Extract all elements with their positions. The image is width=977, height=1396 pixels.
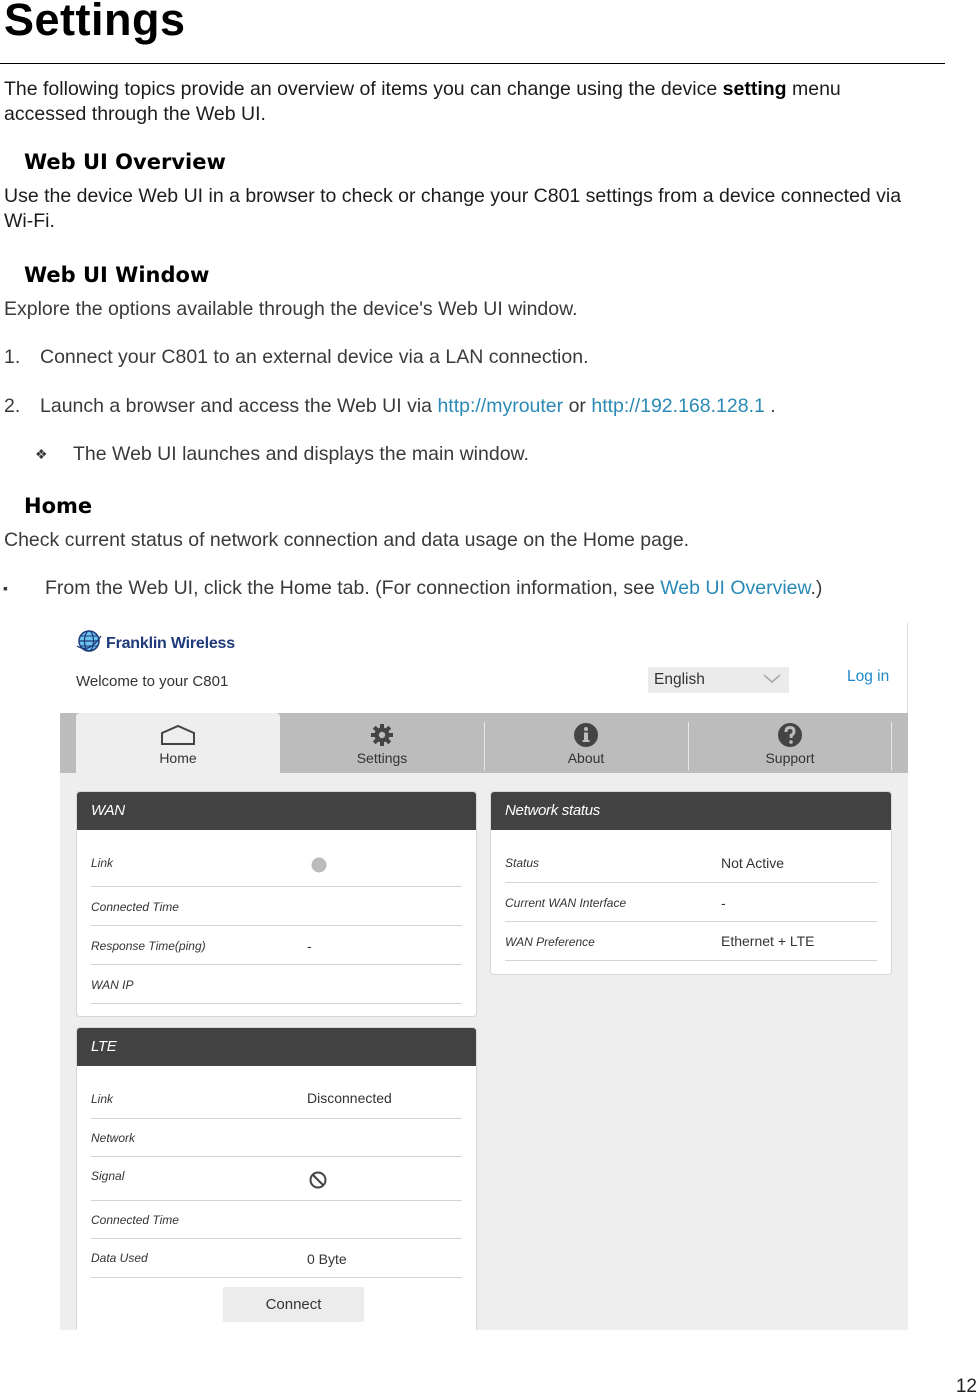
- help-icon: [777, 722, 803, 748]
- diamond-bullet-icon: ❖: [35, 446, 48, 462]
- tab-home-label: Home: [159, 750, 197, 766]
- lte-row-link: Link Disconnected: [91, 1066, 462, 1119]
- row-label: WAN Preference: [505, 935, 595, 949]
- row-label: Status: [505, 856, 540, 870]
- wan-panel: WAN Link Connected Time Response Time(pi…: [76, 791, 477, 1017]
- overview-line2: Wi-Fi.: [4, 210, 55, 232]
- row-value: -: [721, 895, 726, 911]
- row-label: Response Time(ping): [91, 939, 206, 953]
- row-value: Not Active: [721, 855, 785, 871]
- network-status-panel: Network status Status Not Active Current…: [490, 791, 892, 975]
- overview-paragraph: Use the device Web UI in a browser to ch…: [4, 184, 974, 234]
- link-status-dot-icon: [311, 857, 327, 876]
- brand-logo: Franklin Wireless: [76, 628, 235, 659]
- heading-home: Home: [24, 494, 93, 518]
- step-2-pre: Launch a browser and access the Web UI v…: [40, 395, 438, 417]
- wan-row-connected-time: Connected Time: [91, 887, 462, 926]
- row-label: WAN IP: [91, 978, 134, 992]
- row-label: Connected Time: [91, 1213, 179, 1227]
- intro-text-end: menu: [786, 78, 841, 100]
- home-paragraph: Check current status of network connecti…: [4, 529, 690, 551]
- home-step-pre: From the Web UI, click the Home tab. (Fo…: [45, 577, 661, 599]
- wan-row-link: Link: [91, 830, 462, 887]
- connect-button[interactable]: Connect: [223, 1287, 364, 1322]
- row-value: -: [307, 938, 312, 954]
- row-label: Link: [91, 1092, 114, 1106]
- tab-about[interactable]: About: [484, 713, 688, 773]
- network-row-wan-preference: WAN Preference Ethernet + LTE: [505, 922, 877, 961]
- myrouter-link[interactable]: http://myrouter: [437, 395, 563, 417]
- brand-name: Franklin Wireless: [106, 634, 235, 652]
- intro-bold: setting: [722, 78, 787, 100]
- tab-about-label: About: [567, 750, 605, 766]
- row-value: Ethernet + LTE: [721, 933, 815, 949]
- chevron-down-icon: [763, 671, 781, 689]
- ip-address-link[interactable]: http://192.168.128.1: [591, 395, 764, 417]
- language-selected: English: [654, 671, 705, 688]
- title-divider: [0, 63, 945, 64]
- row-label: Signal: [91, 1169, 125, 1183]
- step-1-text: Connect your C801 to an external device …: [40, 346, 589, 368]
- home-step: From the Web UI, click the Home tab. (Fo…: [45, 576, 822, 601]
- lte-row-network: Network: [91, 1119, 462, 1157]
- overview-line1: Use the device Web UI in a browser to ch…: [4, 185, 902, 207]
- intro-paragraph: The following topics provide an overview…: [4, 77, 964, 127]
- tab-support-label: Support: [765, 750, 815, 766]
- home-step-post: .): [810, 577, 823, 599]
- tab-settings-label: Settings: [356, 750, 408, 766]
- globe-logo-icon: [76, 628, 102, 659]
- language-select[interactable]: English: [648, 667, 789, 693]
- square-bullet-icon: ▪: [3, 580, 8, 596]
- no-signal-icon: [309, 1171, 327, 1192]
- main-nav: Home Settings About Support: [60, 713, 908, 773]
- row-label: Current WAN Interface: [505, 896, 627, 910]
- step-2-number: 2.: [4, 395, 21, 417]
- network-row-status: Status Not Active: [505, 830, 877, 883]
- lte-row-connected-time: Connected Time: [91, 1201, 462, 1239]
- row-label: Network: [91, 1131, 136, 1145]
- row-label: Link: [91, 856, 114, 870]
- home-icon: [160, 722, 196, 748]
- page-title: Settings: [4, 0, 186, 45]
- row-label: Connected Time: [91, 900, 179, 914]
- tab-settings[interactable]: Settings: [280, 713, 484, 773]
- page-number: 12: [955, 1376, 977, 1396]
- intro-text: The following topics provide an overview…: [4, 78, 723, 100]
- row-label: Data Used: [91, 1251, 148, 1265]
- wan-panel-title: WAN: [77, 792, 476, 830]
- tab-support[interactable]: Support: [688, 713, 892, 773]
- step-1-number: 1.: [4, 346, 21, 368]
- info-icon: [573, 722, 599, 748]
- step-2-post: .: [764, 395, 776, 417]
- step-2-mid: or: [563, 395, 592, 417]
- nav-divider: [891, 722, 892, 770]
- network-status-title: Network status: [491, 792, 891, 830]
- lte-panel-title: LTE: [77, 1028, 476, 1066]
- lte-row-signal: Signal: [91, 1157, 462, 1201]
- intro-line2: accessed through the Web UI.: [4, 103, 266, 125]
- web-ui-header: Franklin Wireless Welcome to your C801 E…: [60, 623, 908, 713]
- step-2-text: Launch a browser and access the Web UI v…: [40, 394, 776, 419]
- lte-row-data-used: Data Used 0 Byte: [91, 1239, 462, 1278]
- heading-web-ui-overview: Web UI Overview: [24, 150, 226, 174]
- step-2-result: The Web UI launches and displays the mai…: [73, 443, 529, 465]
- row-value: Disconnected: [307, 1090, 392, 1106]
- welcome-text: Welcome to your C801: [76, 673, 229, 690]
- wan-row-wan-ip: WAN IP: [91, 965, 462, 1004]
- lte-panel: LTE Link Disconnected Network Signal Con…: [76, 1027, 477, 1330]
- heading-web-ui-window: Web UI Window: [24, 263, 210, 287]
- window-paragraph: Explore the options available through th…: [4, 298, 578, 320]
- network-row-current-wan: Current WAN Interface -: [505, 883, 877, 922]
- wan-row-response-time: Response Time(ping) -: [91, 926, 462, 965]
- login-link[interactable]: Log in: [847, 668, 889, 686]
- gear-icon: [370, 722, 394, 748]
- web-ui-screenshot: Franklin Wireless Welcome to your C801 E…: [60, 623, 908, 1330]
- tab-home[interactable]: Home: [76, 713, 280, 773]
- web-ui-overview-link[interactable]: Web UI Overview: [660, 577, 810, 599]
- row-value: 0 Byte: [307, 1251, 347, 1267]
